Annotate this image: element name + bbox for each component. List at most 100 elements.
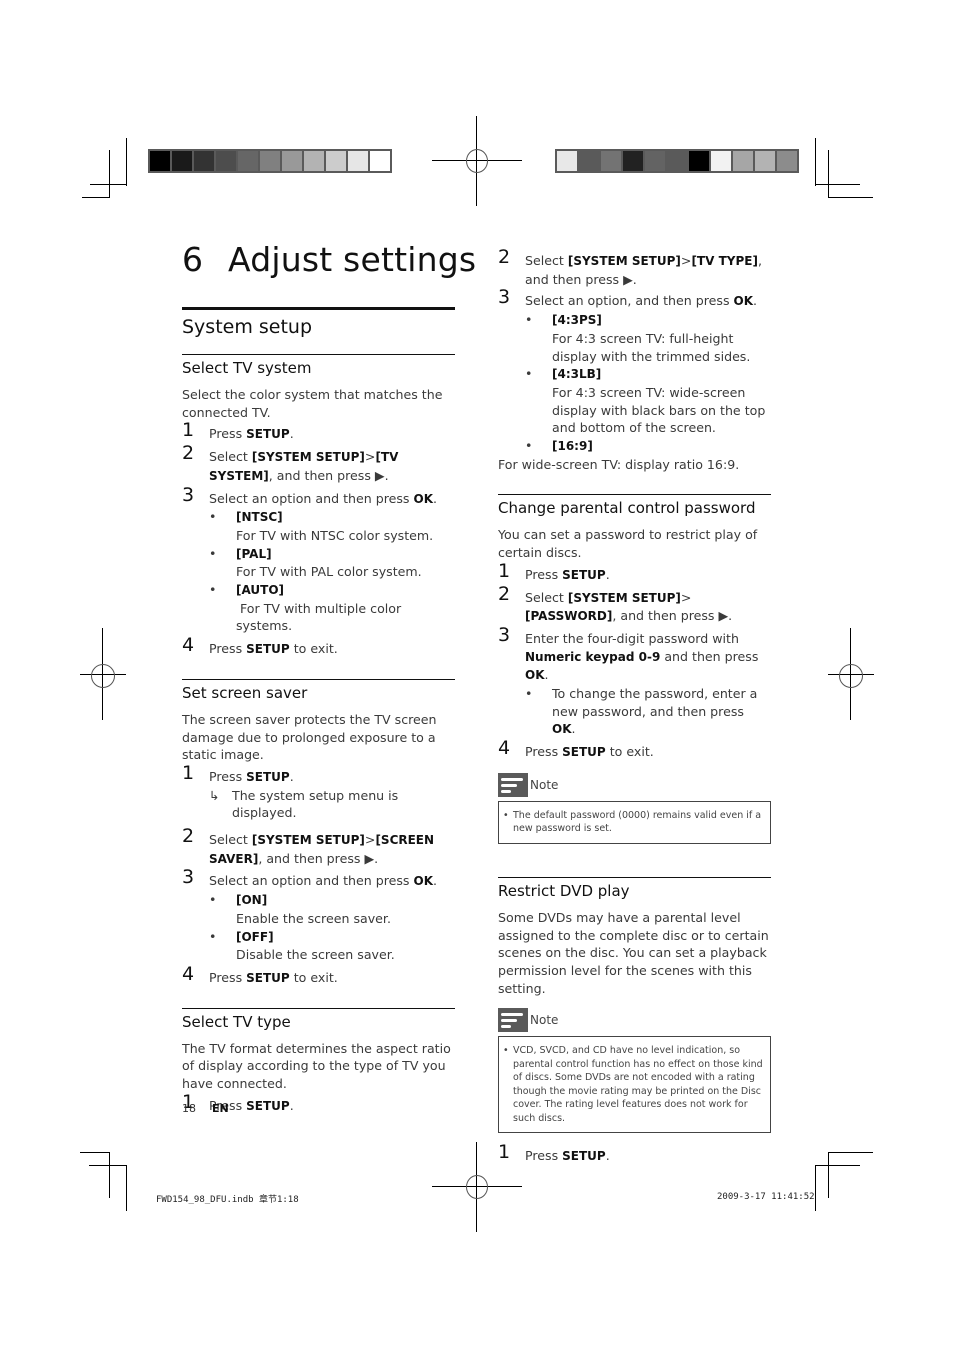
- step: 2 Select [SYSTEM SETUP]>[SCREEN SAVER], …: [182, 827, 455, 868]
- note-text: The default password (0000) remains vali…: [513, 809, 762, 835]
- sub-bullet-text: .: [571, 721, 576, 737]
- color-swatch: [557, 151, 577, 171]
- bullet-icon: •: [209, 928, 217, 944]
- option-list: • [NTSC] For TV with NTSC color system. • […: [182, 508, 455, 635]
- step-text: Enter the four-digit password with: [525, 630, 739, 646]
- step: 4 Press SETUP to exit.: [182, 962, 455, 988]
- result-line: ↳ The system setup menu is displayed.: [209, 787, 455, 822]
- subsection-rule: [182, 678, 455, 680]
- key-label: SETUP: [562, 567, 606, 582]
- step-text: , and then press ▶.: [258, 850, 379, 866]
- step: 1 Press SETUP.: [182, 421, 455, 444]
- color-swatch: [645, 151, 665, 171]
- step-text: >: [364, 449, 376, 465]
- option-list: • [4:3PS] For 4:3 screen TV: full-height d…: [498, 311, 771, 456]
- menu-path: [SYSTEM SETUP]: [567, 590, 681, 605]
- key-label: OK: [733, 294, 754, 309]
- step-text: Select an option and then press: [209, 873, 414, 889]
- step-text: .: [289, 426, 294, 442]
- step-text: >: [680, 253, 692, 268]
- color-swatch: [579, 151, 599, 171]
- subsection-rule: [182, 354, 455, 355]
- step-number: 3: [498, 623, 511, 646]
- step-text: .: [289, 1097, 294, 1113]
- color-swatch: [348, 151, 368, 171]
- option-name: [AUTO]: [236, 583, 285, 598]
- sub-bullet: • To change the password, enter a new pas…: [525, 685, 771, 739]
- key-label: OK: [413, 874, 434, 889]
- menu-path: [SYSTEM SETUP]: [251, 833, 365, 848]
- color-swatch: [755, 151, 775, 171]
- color-swatch: [733, 151, 753, 171]
- registration-mark-right: [828, 628, 874, 720]
- step-number: 4: [498, 737, 511, 760]
- key-label: SETUP: [246, 1098, 290, 1113]
- step-number: 4: [182, 962, 195, 985]
- intro-select-tv-type: The TV format determines the aspect rati…: [182, 1040, 451, 1092]
- bullet-icon: •: [503, 809, 509, 821]
- step-text: to exit.: [289, 641, 338, 657]
- subsection-rule: [182, 1007, 455, 1009]
- note-header: Note: [498, 772, 559, 797]
- option-item: • [PAL] For TV with PAL color system.: [209, 545, 455, 581]
- color-swatch: [172, 151, 192, 171]
- step-text: , and then press ▶.: [612, 608, 733, 624]
- key-label: SETUP: [246, 427, 290, 442]
- key-label: SETUP: [246, 642, 290, 657]
- section-rule: [182, 307, 455, 310]
- result-text: The system setup menu is displayed.: [232, 787, 399, 821]
- step: 1 Press SETUP. ↳ The system setup menu is…: [182, 764, 455, 822]
- color-swatch: [326, 151, 346, 171]
- step-text: to exit.: [289, 969, 338, 985]
- option-item: • [4:3PS] For 4:3 screen TV: full-height d…: [525, 311, 771, 365]
- step-text: Press: [525, 1148, 563, 1164]
- step-number: 1: [498, 559, 511, 582]
- step-text: Select: [525, 253, 568, 268]
- bullet-icon: •: [503, 1045, 509, 1057]
- step-number: 4: [182, 634, 195, 657]
- right-column: 2 Select [SYSTEM SETUP]>[TV TYPE], and t…: [498, 248, 771, 1166]
- note-icon: [498, 1008, 528, 1033]
- note-label: Note: [530, 777, 559, 792]
- color-swatch: [260, 151, 280, 171]
- step-number: 2: [498, 582, 511, 605]
- result-arrow-icon: ↳: [209, 787, 220, 803]
- step-text: Select: [209, 832, 252, 848]
- step-text: .: [433, 873, 438, 889]
- step-text: .: [605, 566, 610, 582]
- step-text: .: [753, 293, 758, 309]
- step-text: Press: [209, 969, 247, 985]
- option-name: [OFF]: [236, 929, 274, 944]
- section-title: System setup: [182, 316, 313, 338]
- note-text: VCD, SVCD, and CD have no level indicati…: [513, 1045, 763, 1124]
- step-text: >: [680, 589, 692, 605]
- note-label: Note: [530, 1013, 559, 1028]
- step: 4 Press SETUP to exit.: [182, 634, 455, 659]
- option-item: • [ON] Enable the screen saver.: [209, 891, 455, 927]
- key-label: OK: [525, 668, 545, 683]
- step-text: Select an option, and then press: [525, 293, 734, 309]
- chapter-number: 6: [182, 240, 204, 279]
- option-item: • [AUTO] For TV with multiple color syste…: [209, 581, 455, 635]
- color-swatch: [370, 151, 390, 171]
- note-restrict-dvd: Note • VCD, SVCD, and CD have no level in…: [498, 1008, 771, 1134]
- option-name: [4:3LB]: [552, 367, 602, 382]
- step-text: Press: [209, 426, 247, 442]
- subsection-rule: [498, 494, 771, 496]
- option-item: • [OFF] Disable the screen saver.: [209, 928, 455, 964]
- color-swatch: [238, 151, 258, 171]
- key-label: SETUP: [246, 769, 290, 784]
- step-text: Press: [209, 641, 247, 657]
- key-label: OK: [552, 722, 572, 737]
- color-swatch: [711, 151, 731, 171]
- subsection-rule: [498, 876, 771, 878]
- step-number: 3: [182, 483, 195, 506]
- step-text: .: [433, 490, 438, 506]
- color-swatch: [194, 151, 214, 171]
- step-text: , and then press ▶.: [268, 467, 389, 483]
- step-number: 3: [498, 286, 511, 309]
- color-bar-left: [148, 149, 392, 173]
- slug-file-info: FWD154_98_DFU.indb 章节1:18: [156, 1195, 299, 1205]
- step: 1 Press SETUP.: [498, 1143, 771, 1166]
- heading-change-password: Change parental control password: [498, 499, 756, 518]
